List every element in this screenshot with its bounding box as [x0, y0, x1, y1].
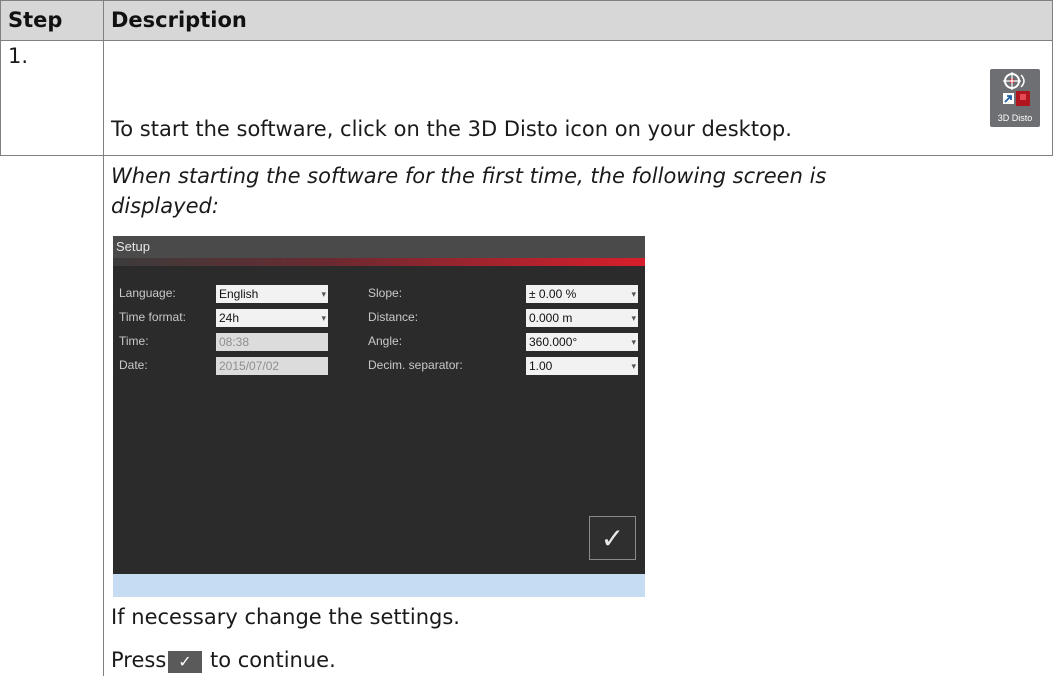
row-divider [0, 155, 1053, 156]
chevron-down-icon: ▾ [631, 361, 636, 371]
time-value: 08:38 [219, 335, 250, 349]
distance-label: Distance: [368, 310, 419, 324]
date-label: Date: [119, 358, 148, 372]
date-field[interactable]: 2015/07/02 [216, 357, 328, 375]
note-line-1: When starting the software for the first… [111, 164, 827, 188]
language-select[interactable]: English ▾ [216, 285, 328, 303]
chevron-down-icon: ▾ [631, 313, 636, 323]
time-field[interactable]: 08:38 [216, 333, 328, 351]
slope-value: ± 0.00 % [529, 287, 577, 301]
language-label: Language: [119, 286, 176, 300]
time-format-select[interactable]: 24h ▾ [216, 309, 328, 327]
status-bar [113, 574, 645, 597]
table-border-top [0, 0, 1053, 1]
confirm-button[interactable]: ✓ [589, 516, 636, 560]
instruction-table: Step Description 1. To start the softwar… [0, 0, 1053, 676]
press-text: Press [111, 648, 167, 672]
angle-select[interactable]: 360.000° ▾ [526, 333, 638, 351]
3d-disto-app-icon[interactable]: 3D Disto [990, 69, 1040, 127]
slope-select[interactable]: ± 0.00 % ▾ [526, 285, 638, 303]
check-icon: ✓ [168, 651, 202, 673]
language-value: English [219, 287, 259, 301]
column-divider [103, 0, 104, 676]
decim-separator-value: 1.00 [529, 359, 553, 373]
decim-separator-select[interactable]: 1.00 ▾ [526, 357, 638, 375]
header-divider [0, 40, 1053, 41]
chevron-down-icon: ▾ [631, 289, 636, 299]
time-label: Time: [119, 334, 149, 348]
distance-select[interactable]: 0.000 m ▾ [526, 309, 638, 327]
setup-screen: Setup Language: English ▾ Time format: 2… [113, 236, 645, 597]
app-icon-label: 3D Disto [997, 113, 1033, 123]
decim-separator-label: Decim. separator: [368, 358, 463, 372]
note-line-2: displayed: [111, 194, 219, 218]
disto-device-icon [1003, 72, 1030, 106]
date-value: 2015/07/02 [219, 359, 280, 373]
time-format-label: Time format: [119, 310, 186, 324]
table-header: Step Description [0, 0, 1053, 40]
chevron-down-icon: ▾ [321, 313, 326, 323]
time-format-value: 24h [219, 311, 240, 325]
chevron-down-icon: ▾ [631, 337, 636, 347]
table-border-left [0, 0, 1, 156]
header-description: Description [111, 8, 247, 32]
slope-label: Slope: [368, 286, 403, 300]
angle-label: Angle: [368, 334, 403, 348]
accent-bar [113, 258, 645, 266]
angle-value: 360.000° [529, 335, 578, 349]
change-settings-text: If necessary change the settings. [111, 605, 460, 629]
setup-title: Setup [113, 236, 645, 258]
step-1-text: To start the software, click on the 3D D… [111, 117, 792, 141]
header-step: Step [8, 8, 63, 32]
distance-value: 0.000 m [529, 311, 573, 325]
continue-text: to continue. [210, 648, 336, 672]
step-number: 1. [8, 44, 29, 68]
chevron-down-icon: ▾ [321, 289, 326, 299]
